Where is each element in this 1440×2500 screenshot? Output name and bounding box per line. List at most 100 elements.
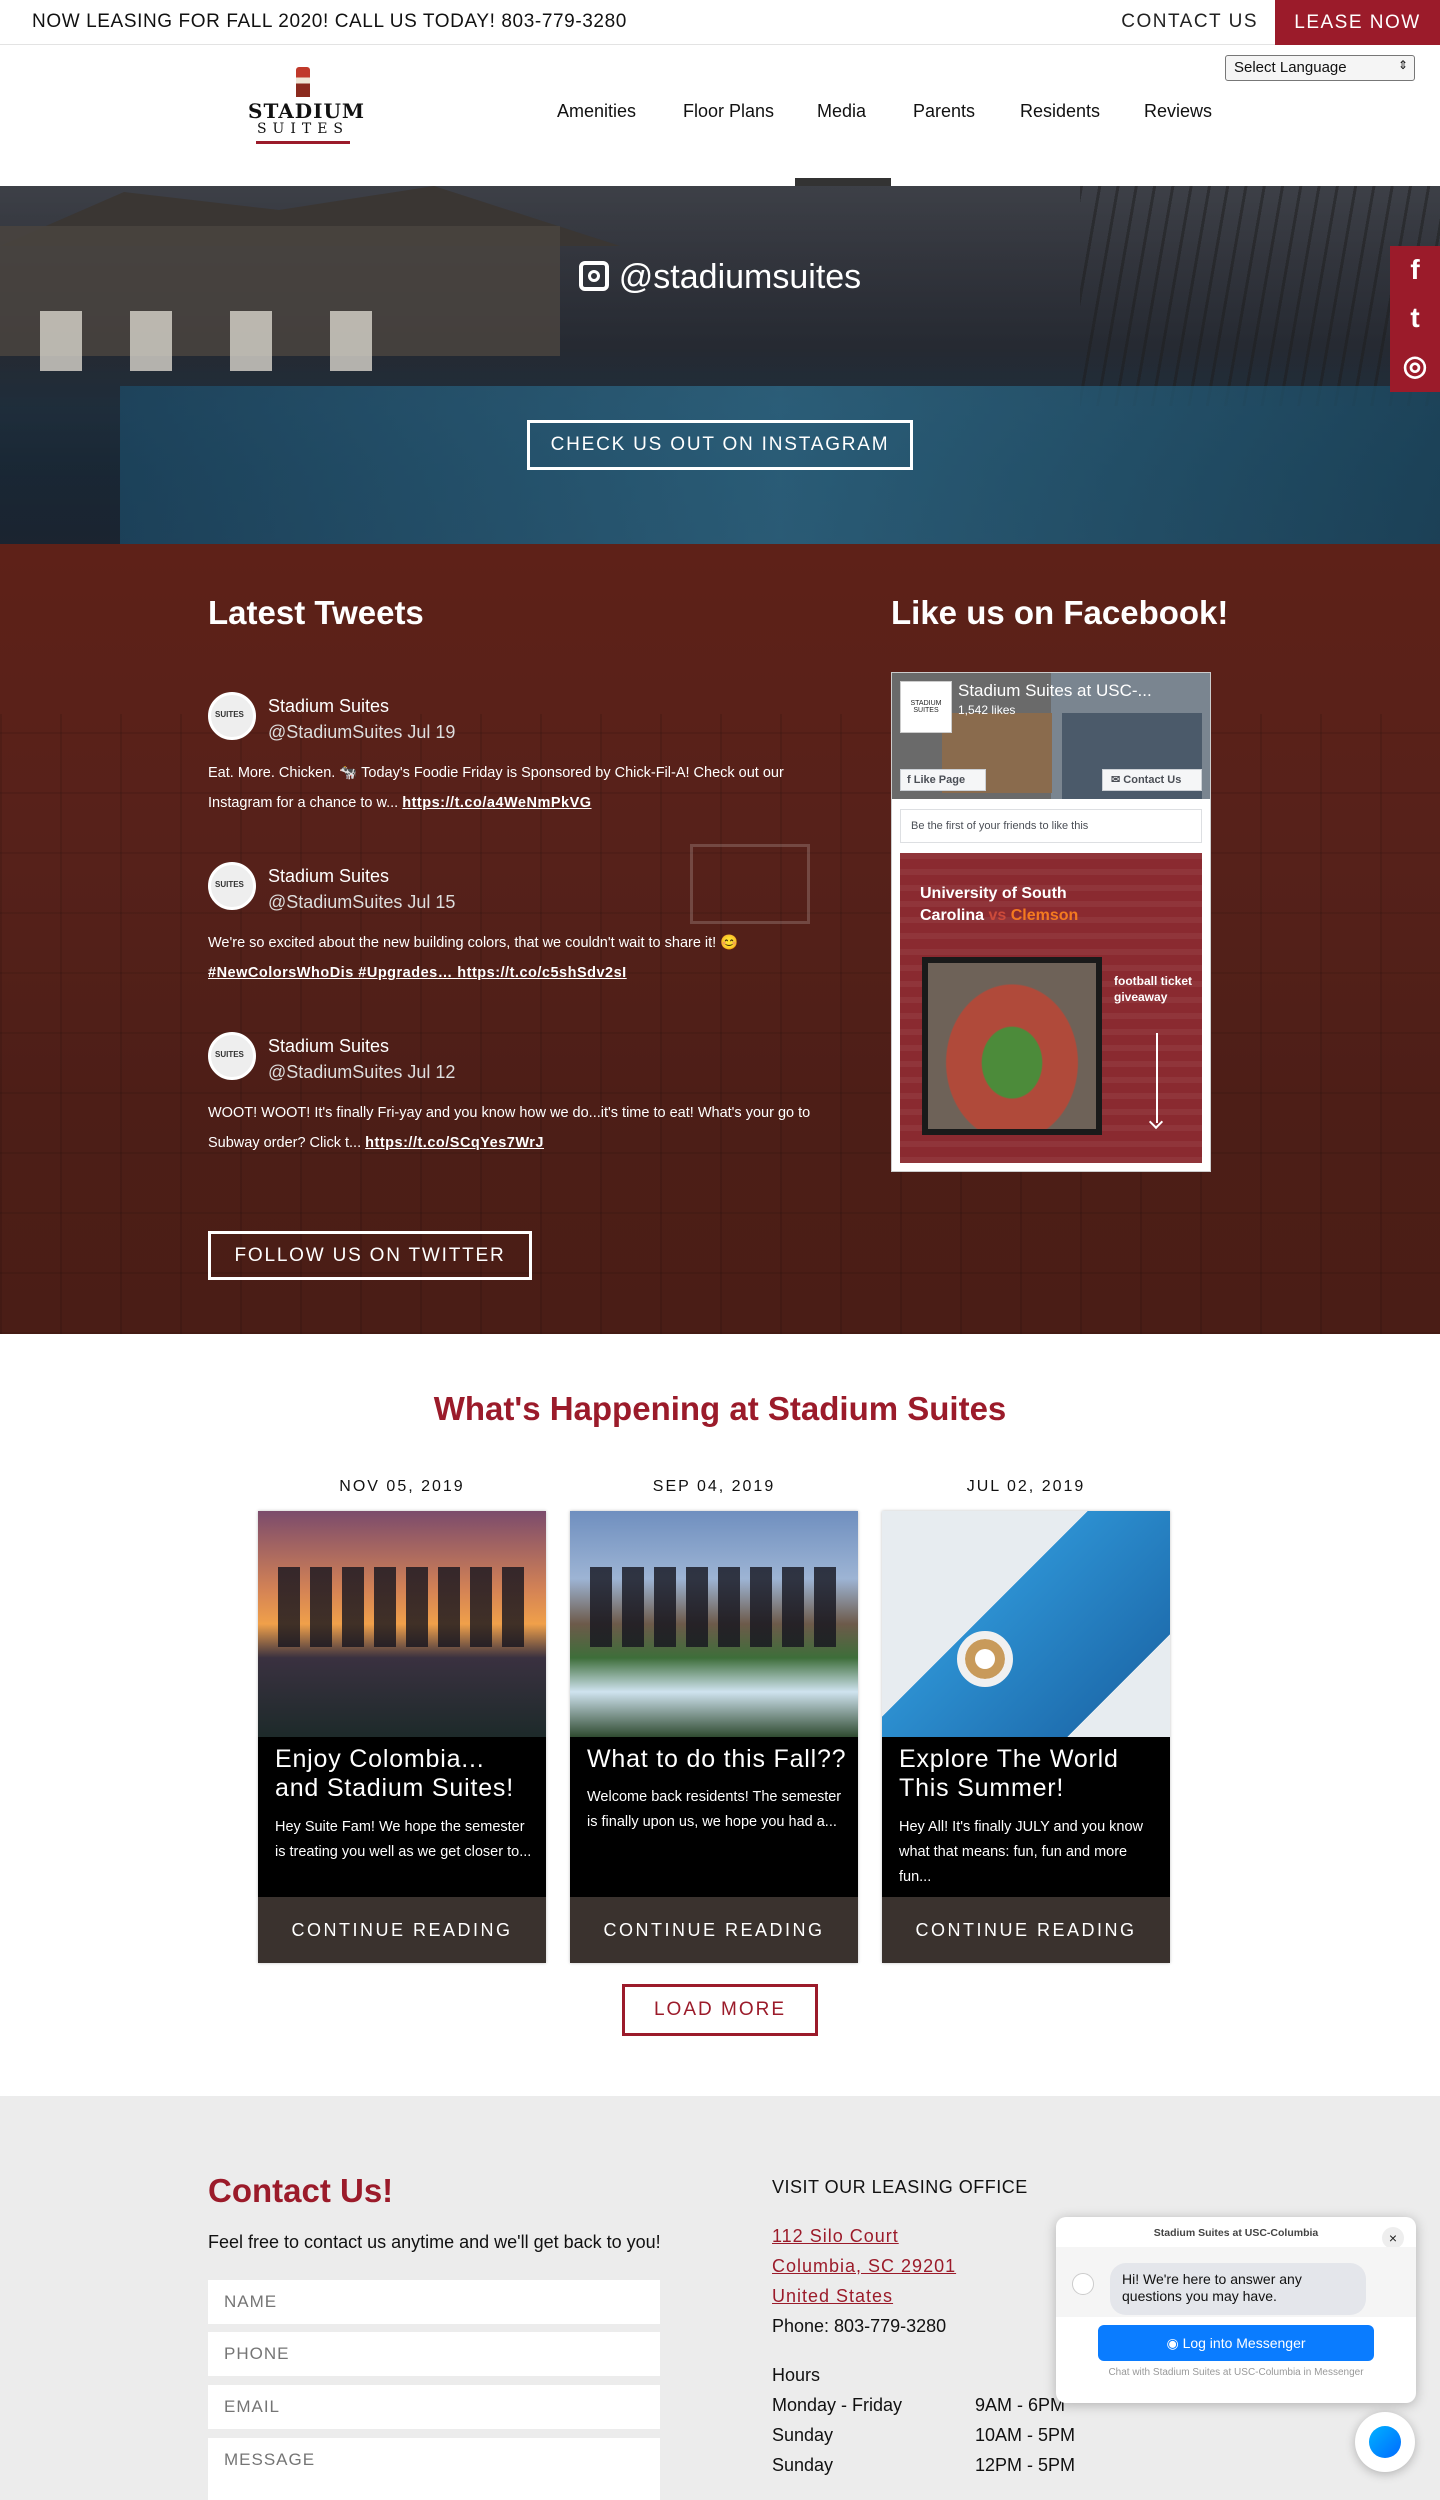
tweet-author[interactable]: Stadium Suites	[268, 696, 389, 717]
blog-card-image[interactable]	[570, 1511, 858, 1737]
nav-reviews[interactable]: Reviews	[1144, 101, 1212, 122]
hours-time: 12PM - 5PM	[975, 2455, 1076, 2475]
facebook-page-widget: STADIUM SUITES Stadium Suites at USC-...…	[891, 672, 1211, 1172]
leasing-office-heading: VISIT OUR LEASING OFFICE	[772, 2177, 1028, 2197]
tweet-avatar[interactable]	[208, 1032, 256, 1080]
facebook-contact-button[interactable]: ✉ Contact Us	[1102, 769, 1202, 791]
chevron-updown-icon: ⇕	[1397, 58, 1408, 72]
tower-logo-icon	[296, 67, 310, 97]
name-field[interactable]	[208, 2280, 660, 2324]
post-headline: University of South Carolina vs Clemson	[920, 883, 1078, 927]
messenger-login-label: Log into Messenger	[1182, 2335, 1306, 2351]
contact-subtitle: Feel free to contact us anytime and we'l…	[208, 2232, 661, 2252]
tweet-link[interactable]: https://t.co/a4WeNmPkVG	[402, 795, 591, 811]
facebook-post-image[interactable]: University of South Carolina vs Clemson …	[900, 853, 1202, 1163]
phone-field[interactable]	[208, 2332, 660, 2376]
post-date: SEP 04, 2019	[652, 1478, 776, 1495]
post-headline-line1: University of South	[920, 885, 1067, 902]
facebook-likes-count: 1,542 likes	[958, 703, 1016, 717]
facebook-cover[interactable]: STADIUM SUITES Stadium Suites at USC-...…	[892, 673, 1210, 799]
blog-card[interactable]: Enjoy Colombia... and Stadium Suites! He…	[258, 1511, 546, 1963]
blog-card-title[interactable]: Enjoy Colombia... and Stadium Suites!	[275, 1745, 535, 1803]
facebook-friends-text: Be the first of your friends to like thi…	[900, 809, 1202, 843]
close-icon[interactable]: ×	[1382, 2227, 1404, 2249]
email-field[interactable]	[208, 2385, 660, 2429]
lease-now-button[interactable]: LEASE NOW	[1275, 0, 1440, 45]
messenger-footer: Chat with Stadium Suites at USC-Columbia…	[1108, 2367, 1364, 2378]
instagram-handle-text: @stadiumsuites	[618, 258, 862, 296]
continue-reading-button[interactable]: CONTINUE READING	[882, 1897, 1170, 1963]
blog-card-title[interactable]: Explore The World This Summer!	[899, 1745, 1159, 1803]
language-select[interactable]: Select Language ⇕	[1225, 55, 1415, 81]
contact-heading: Contact Us!	[208, 2172, 394, 2209]
active-nav-indicator	[795, 178, 891, 186]
continue-reading-button[interactable]: CONTINUE READING	[258, 1897, 546, 1963]
blog-card-image-skyline	[590, 1567, 840, 1647]
nav-parents[interactable]: Parents	[913, 101, 975, 122]
post-headline-vs: vs	[988, 907, 1007, 924]
tweet-avatar[interactable]	[208, 862, 256, 910]
messenger-chat-widget: Stadium Suites at USC-Columbia × Hi! We'…	[1056, 2217, 1416, 2403]
address-line2-link[interactable]: Columbia, SC 29201	[772, 2256, 956, 2277]
instagram-icon[interactable]: ◎	[1390, 342, 1440, 390]
nav-residents[interactable]: Residents	[1020, 101, 1100, 122]
hours-heading: Hours	[772, 2365, 821, 2385]
facebook-heading: Like us on Facebook!	[891, 594, 1229, 631]
hero-background-window	[130, 311, 172, 371]
tweets-background-hoop	[690, 844, 810, 924]
like-page-label: Like Page	[913, 774, 966, 786]
blog-card[interactable]: What to do this Fall?? Welcome back resi…	[570, 1511, 858, 1963]
address-line1-link[interactable]: 112 Silo Court	[772, 2226, 899, 2247]
follow-twitter-button[interactable]: FOLLOW US ON TWITTER	[208, 1231, 532, 1280]
office-phone: Phone: 803-779-3280	[772, 2316, 947, 2336]
post-date: JUL 02, 2019	[966, 1478, 1086, 1495]
logo-underline	[256, 141, 350, 144]
blog-card-title[interactable]: What to do this Fall??	[587, 1745, 847, 1774]
instagram-button[interactable]: CHECK US OUT ON INSTAGRAM	[527, 420, 913, 470]
message-field[interactable]	[208, 2438, 660, 2500]
site-logo[interactable]: STADIUM SUITES	[248, 67, 364, 155]
hours-time: 9AM - 6PM	[975, 2395, 1066, 2415]
address-line3-link[interactable]: United States	[772, 2286, 893, 2307]
post-giveaway-text: football ticket giveaway	[1114, 974, 1193, 1004]
contact-us-link[interactable]: CONTACT US	[1121, 11, 1258, 33]
tweet-text: WOOT! WOOT! It's finally Fri-yay and you…	[208, 1098, 848, 1158]
messenger-greeting: Hi! We're here to answer any questions y…	[1110, 2263, 1366, 2315]
facebook-like-button[interactable]: f Like Page	[900, 769, 986, 791]
hours-day: Sunday	[772, 2455, 834, 2475]
continue-reading-button[interactable]: CONTINUE READING	[570, 1897, 858, 1963]
messenger-login-button[interactable]: ◉ Log into Messenger	[1098, 2325, 1374, 2361]
tweet-link[interactable]: #NewColorsWhoDis #Upgrades… https://t.co…	[208, 965, 627, 981]
twitter-icon[interactable]: t	[1390, 294, 1440, 342]
nav-media[interactable]: Media	[817, 101, 866, 122]
tweet-text: Eat. More. Chicken. 🐄 Today's Foodie Fri…	[208, 758, 848, 818]
tweet-avatar[interactable]	[208, 692, 256, 740]
leasing-promo-text: NOW LEASING FOR FALL 2020! CALL US TODAY…	[32, 11, 627, 32]
facebook-page-name[interactable]: Stadium Suites at USC-...	[958, 681, 1152, 701]
nav-floor-plans[interactable]: Floor Plans	[683, 101, 774, 122]
load-more-button[interactable]: LOAD MORE	[622, 1984, 818, 2036]
mail-icon: ✉	[1111, 774, 1124, 786]
facebook-page-logo[interactable]: STADIUM SUITES	[900, 681, 952, 733]
messenger-launcher-icon[interactable]	[1355, 2412, 1415, 2472]
tweet-author[interactable]: Stadium Suites	[268, 1036, 389, 1057]
tweet-link[interactable]: https://t.co/SCqYes7WrJ	[365, 1135, 544, 1151]
blog-card-image[interactable]	[258, 1511, 546, 1737]
blog-card-excerpt: Welcome back residents! The semester is …	[587, 1789, 842, 1830]
nav-amenities[interactable]: Amenities	[557, 101, 636, 122]
happening-heading: What's Happening at Stadium Suites	[433, 1390, 1007, 1427]
site-header: Select Language ⇕ STADIUM SUITES Ameniti…	[0, 45, 1440, 186]
facebook-icon: f	[907, 774, 914, 786]
tweet-body: We're so excited about the new building …	[208, 935, 739, 951]
tweet-author[interactable]: Stadium Suites	[268, 866, 389, 887]
stadium-photo-image	[928, 963, 1096, 1129]
contact-us-label: Contact Us	[1123, 774, 1182, 786]
facebook-icon[interactable]: f	[1390, 246, 1440, 294]
messenger-icon: ◉	[1166, 2335, 1183, 2351]
hero-background-window	[230, 311, 272, 371]
social-side-tab: f t ◎	[1390, 246, 1440, 392]
messenger-page-avatar	[1072, 2273, 1094, 2295]
blog-card[interactable]: Explore The World This Summer! Hey All! …	[882, 1511, 1170, 1963]
tweet-handle-date: @StadiumSuites Jul 19	[268, 722, 456, 742]
blog-card-image[interactable]	[882, 1511, 1170, 1737]
